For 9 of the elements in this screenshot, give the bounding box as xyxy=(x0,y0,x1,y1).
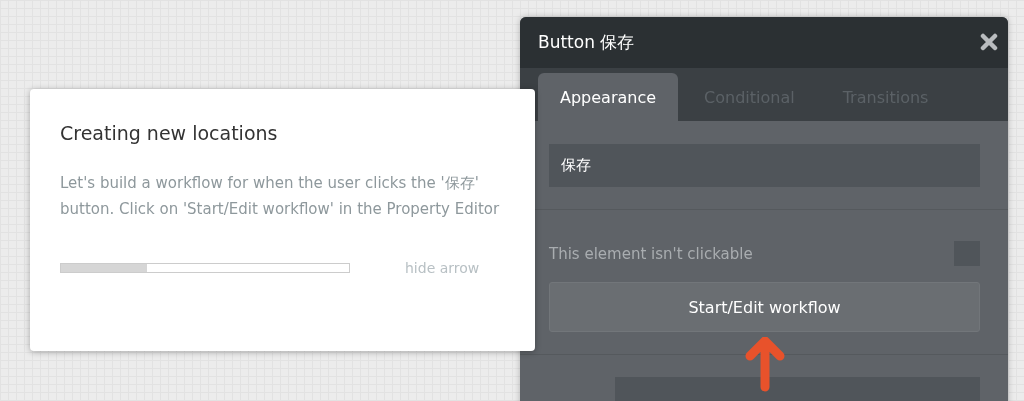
panel-title: Button 保存 xyxy=(538,30,635,54)
tab[interactable]: Appearance xyxy=(538,73,679,121)
close-icon[interactable] xyxy=(980,33,998,52)
checkbox-label: This element isn't clickable xyxy=(549,244,753,263)
arrow-up-icon xyxy=(745,337,785,393)
input-field[interactable]: 保存 xyxy=(549,144,980,187)
start-edit-workflow-button[interactable]: Start/Edit workflow xyxy=(549,282,980,332)
tutorial-text: Let's build a workflow for when the user clicks the '保存' button. Click on 'Start/Edit workflow' in the Property Editor xyxy=(60,173,501,220)
tutorial-title: Creating new locations xyxy=(60,122,279,144)
